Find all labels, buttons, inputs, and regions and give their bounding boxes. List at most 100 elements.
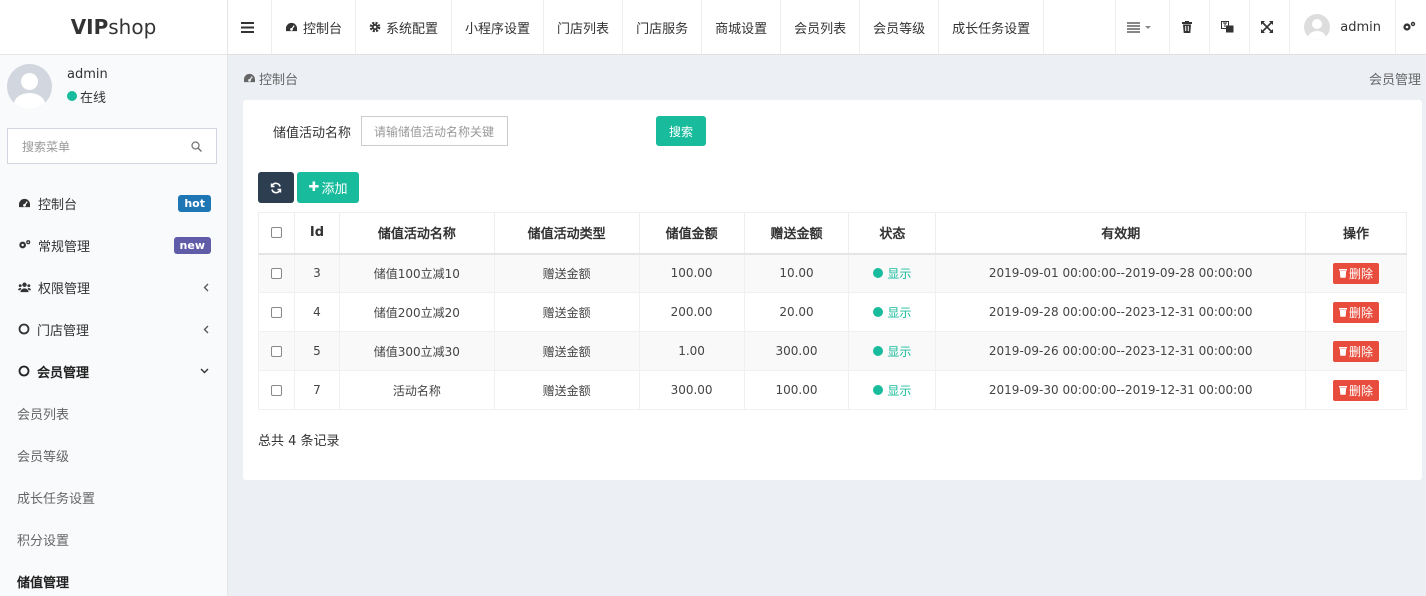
cell-action: 删除 (1305, 292, 1407, 332)
column-header[interactable]: 储值活动名称 (338, 212, 495, 255)
topnav-miniprogram[interactable]: 小程序设置 (452, 0, 545, 54)
topnav-system-config[interactable]: 系统配置 (356, 0, 453, 54)
topnav-growth-tasks[interactable]: 成长任务设置 (939, 0, 1045, 54)
sidebar-subitem-member-list[interactable]: 会员列表 (0, 392, 227, 434)
search-icon[interactable] (191, 140, 202, 152)
cell-action: 删除 (1305, 253, 1407, 293)
column-header[interactable]: 赠送金额 (743, 212, 850, 255)
row-select-cell (258, 292, 295, 332)
chevron-down-icon (200, 368, 209, 374)
cell-period: 2019-09-30 00:00:00--2019-12-31 00:00:00 (935, 370, 1307, 410)
sidebar-toggle-button[interactable] (228, 0, 272, 54)
trash-icon (1339, 386, 1347, 395)
cell-amount: 300.00 (638, 370, 745, 410)
topnav-mall-settings[interactable]: 商城设置 (702, 0, 782, 54)
row-checkbox[interactable] (270, 346, 282, 357)
activity-name-input[interactable]: 请输储值活动名称关键 (361, 116, 509, 146)
topnav-member-list[interactable]: 会员列表 (781, 0, 861, 54)
gears-icon (1402, 21, 1415, 31)
row-select-cell (258, 253, 295, 293)
user-menu[interactable]: admin (1290, 0, 1396, 54)
column-header[interactable]: 状态 (848, 212, 937, 255)
status-badge[interactable]: 显示 (873, 304, 911, 321)
delete-button[interactable]: 删除 (1333, 379, 1380, 401)
row-checkbox[interactable] (270, 268, 282, 280)
sidebar-subitem-points[interactable]: 积分设置 (0, 518, 227, 560)
settings-button[interactable] (1396, 0, 1426, 54)
select-all-cell (258, 212, 295, 255)
avatar (7, 63, 52, 109)
clear-cache-button[interactable] (1170, 0, 1211, 54)
users-icon (18, 282, 31, 292)
menu-search-input[interactable]: 搜索菜单 (7, 128, 217, 164)
cell-amount: 200.00 (638, 292, 745, 332)
chevron-left-icon (203, 283, 209, 291)
breadcrumb-link[interactable]: 控制台 (259, 69, 298, 88)
topnav-store-service[interactable]: 门店服务 (623, 0, 703, 54)
topnav-member-level[interactable]: 会员等级 (860, 0, 940, 54)
sidebar-item-members[interactable]: 会员管理 (0, 350, 227, 392)
sidebar-subitem-member-level[interactable]: 会员等级 (0, 434, 227, 476)
sidebar-subitem-growth-tasks[interactable]: 成长任务设置 (0, 476, 227, 518)
gears-icon (19, 240, 31, 249)
logo[interactable]: VIP shop (0, 0, 228, 55)
table-row: 5 储值300立减30 赠送金额 1.00 300.00 显示 2019-09-… (258, 331, 1407, 371)
cell-id: 7 (293, 370, 340, 410)
cell-amount: 1.00 (638, 331, 745, 371)
add-button[interactable]: ✚ 添加 (297, 172, 359, 203)
topnav-label: 商城设置 (715, 21, 768, 37)
search-button[interactable]: 搜索 (656, 116, 706, 146)
topnav-dashboard[interactable]: 控制台 (272, 0, 357, 54)
user-panel: admin 在线 (0, 55, 227, 117)
menu-icon (240, 21, 254, 33)
delete-button[interactable]: 删除 (1333, 340, 1380, 362)
row-select-cell (258, 331, 295, 371)
sidebar-item-dashboard[interactable]: 控制台 hot (0, 182, 227, 224)
sidebar-item-label: 控制台 (38, 197, 78, 213)
table-row: 3 储值100立减10 赠送金额 100.00 10.00 显示 2019-09… (258, 253, 1407, 293)
status-badge[interactable]: 显示 (873, 382, 911, 399)
more-menu-button[interactable] (1116, 0, 1171, 54)
refresh-button[interactable] (258, 172, 294, 203)
fullscreen-button[interactable] (1250, 0, 1291, 54)
breadcrumb: 控制台 (243, 69, 298, 88)
column-header: 操作 (1305, 212, 1407, 255)
top-navbar: 控制台 系统配置 小程序设置 门店列表 门店服务 商城设置 会员列表 会员等级 … (228, 0, 1426, 55)
status-dot-icon (873, 307, 884, 317)
hot-badge: hot (178, 194, 211, 212)
circle-icon (18, 365, 30, 377)
cell-type: 赠送金额 (493, 370, 640, 410)
row-checkbox[interactable] (270, 307, 282, 318)
status-badge[interactable]: 显示 (873, 343, 911, 360)
avatar (1304, 14, 1331, 40)
column-header[interactable]: 储值活动类型 (493, 212, 640, 255)
delete-button[interactable]: 删除 (1333, 301, 1380, 323)
select-all-checkbox[interactable] (270, 227, 282, 239)
status-dot-icon (873, 385, 884, 395)
sidebar-item-permissions[interactable]: 权限管理 (0, 266, 227, 308)
delete-label: 删除 (1349, 305, 1374, 320)
column-header[interactable]: Id (293, 212, 340, 255)
language-button[interactable] (1210, 0, 1251, 54)
add-button-label: 添加 (321, 182, 348, 197)
column-header[interactable]: 储值金额 (638, 212, 745, 255)
cell-status: 显示 (848, 331, 937, 371)
row-checkbox[interactable] (270, 385, 282, 396)
topnav-store-list[interactable]: 门店列表 (544, 0, 624, 54)
sidebar-item-stores[interactable]: 门店管理 (0, 308, 227, 350)
delete-button[interactable]: 删除 (1333, 262, 1380, 284)
sidebar-item-general[interactable]: 常规管理 new (0, 224, 227, 266)
delete-label: 删除 (1349, 344, 1374, 359)
status-badge[interactable]: 显示 (873, 265, 911, 282)
column-header[interactable]: 有效期 (935, 212, 1307, 255)
new-badge: new (173, 236, 211, 254)
user-info: admin 在线 (67, 67, 108, 106)
user-status: 在线 (67, 87, 108, 106)
cell-id: 4 (293, 292, 340, 332)
sidebar-subitem-stored-value[interactable]: 储值管理 (0, 560, 227, 596)
cell-status: 显示 (848, 292, 937, 332)
gear-icon (369, 21, 381, 33)
status-text: 在线 (80, 90, 107, 106)
cell-type: 赠送金额 (493, 253, 640, 293)
cell-gift: 20.00 (743, 292, 850, 332)
